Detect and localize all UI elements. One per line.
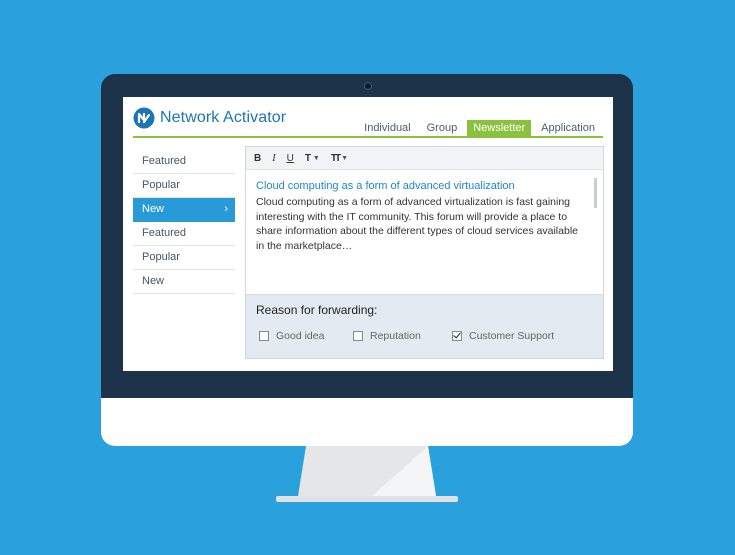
editor-toolbar: B I U T ▼ TT ▼: [246, 147, 603, 170]
editor-panel: B I U T ▼ TT ▼ Cloud computing as a form o…: [245, 146, 604, 359]
tab-application[interactable]: Application: [535, 120, 601, 136]
caret-down-icon: ▼: [341, 154, 349, 162]
checkbox-checked-icon[interactable]: [452, 331, 462, 341]
underline-icon: U: [286, 152, 294, 164]
webcam: [364, 82, 372, 90]
sidebar-item-label: Featured: [142, 227, 187, 239]
sidebar: Featured Popular New › Featured Popular …: [133, 150, 235, 294]
italic-button[interactable]: I: [272, 153, 275, 164]
sidebar-item-label: New: [142, 275, 165, 287]
sidebar-item-popular[interactable]: Popular: [133, 174, 235, 198]
header-divider: [133, 136, 603, 138]
chevron-right-icon: ›: [224, 203, 228, 215]
forwarding-section: Reason for forwarding: Good idea Reputat…: [246, 294, 603, 358]
editor-content[interactable]: Cloud computing as a form of advanced vi…: [246, 170, 603, 304]
tab-individual[interactable]: Individual: [358, 120, 416, 136]
bold-icon: B: [254, 152, 262, 164]
tab-group[interactable]: Group: [421, 120, 464, 136]
checkbox-customer-support[interactable]: Customer Support: [452, 330, 554, 342]
article-body: Cloud computing as a form of advanced vi…: [256, 196, 578, 252]
top-tabs: Individual Group Newsletter Application: [354, 120, 601, 136]
checkbox-unchecked-icon[interactable]: [259, 331, 269, 341]
sidebar-item-label: New: [142, 203, 165, 215]
monitor-stand: [276, 446, 458, 502]
checkbox-reputation[interactable]: Reputation: [353, 330, 421, 342]
italic-icon: I: [272, 152, 276, 164]
sidebar-item-popular[interactable]: Popular: [133, 246, 235, 270]
checkbox-label: Good idea: [276, 330, 325, 342]
sidebar-item-new[interactable]: New: [133, 270, 235, 294]
monitor-chin: [101, 398, 633, 446]
font-size-dropdown[interactable]: TT ▼: [331, 153, 348, 164]
checkbox-label: Reputation: [370, 330, 421, 342]
underline-button[interactable]: U: [287, 153, 294, 164]
checkbox-unchecked-icon[interactable]: [353, 331, 363, 341]
caret-down-icon: ▼: [312, 154, 320, 162]
sidebar-item-featured[interactable]: Featured: [133, 222, 235, 246]
sidebar-item-label: Popular: [142, 179, 180, 191]
checkbox-label: Customer Support: [469, 330, 555, 342]
article-title-link[interactable]: Cloud computing as a form of advanced vi…: [256, 180, 583, 192]
tab-newsletter[interactable]: Newsletter: [467, 120, 532, 136]
app-name: Network Activator: [160, 109, 287, 126]
checkbox-good-idea[interactable]: Good idea: [259, 330, 324, 342]
bold-button[interactable]: B: [254, 153, 261, 164]
editor-scrollbar[interactable]: [594, 178, 597, 208]
app-screen: Network Activator Individual Group Newsl…: [123, 97, 613, 371]
sidebar-item-label: Featured: [142, 155, 187, 167]
forwarding-label: Reason for forwarding:: [256, 303, 378, 317]
sidebar-item-featured[interactable]: Featured: [133, 150, 235, 174]
app-logo[interactable]: Network Activator: [133, 106, 286, 130]
font-size-icon: TT: [330, 152, 341, 164]
n-circle-logo-icon: [133, 107, 155, 129]
font-icon: T: [304, 152, 311, 164]
sidebar-item-label: Popular: [142, 251, 180, 263]
font-dropdown[interactable]: T ▼: [305, 153, 320, 164]
sidebar-item-new[interactable]: New ›: [133, 198, 235, 222]
